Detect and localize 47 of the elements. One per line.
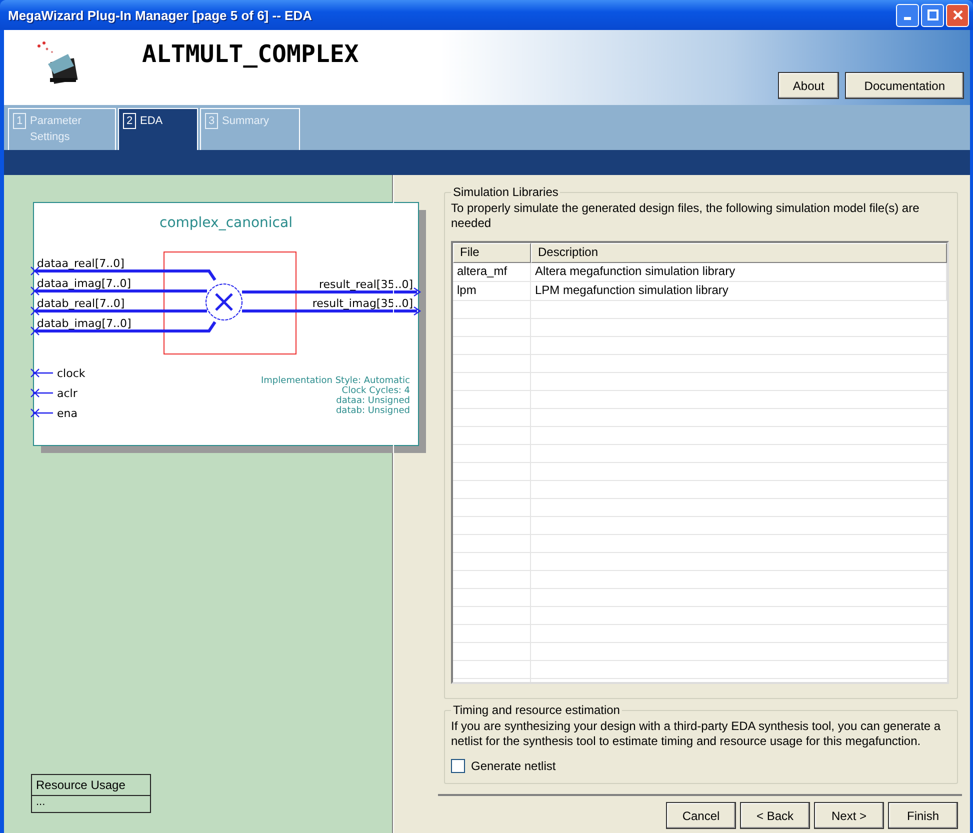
table-cell: altera_mf (457, 264, 508, 278)
header-button[interactable]: Documentation (845, 72, 964, 99)
info-text: Clock Cycles: 4 (342, 386, 410, 396)
maximize-button[interactable] (921, 4, 944, 26)
port-label: dataa_imag[7..0] (37, 277, 132, 290)
component-title: ALTMULT_COMPLEX (142, 40, 359, 68)
description-text: If you are synthesizing your design with a third-party EDA synthesis tool, you can generate a netlist for the synthesis tool to estimate timing and resource usage for this megafunction. (451, 719, 942, 749)
table-cell: LPM megafunction simulation library (535, 283, 728, 297)
column-header[interactable]: Description (531, 243, 947, 263)
group-title: Simulation Libraries (452, 185, 560, 199)
info-text: datab: Unsigned (336, 406, 410, 416)
info-text: Implementation Style: Automatic (261, 376, 410, 386)
port-label: datab_imag[7..0] (37, 317, 132, 330)
control-port (30, 408, 53, 418)
port-label: ena (57, 407, 78, 420)
wizard-button[interactable]: < Back (740, 802, 810, 829)
control-port (30, 368, 53, 378)
minimize-button[interactable] (896, 4, 919, 26)
window-title: MegaWizard Plug-In Manager [page 5 of 6] -- EDA (8, 8, 313, 22)
wizard-tab[interactable]: 2 EDA (118, 108, 198, 150)
table-cell: lpm (457, 283, 476, 297)
column-header[interactable]: File (453, 243, 531, 263)
info-text: dataa: Unsigned (336, 396, 410, 406)
maximize-icon (926, 9, 938, 21)
block-title: complex_canonical (160, 215, 292, 231)
close-icon (952, 9, 964, 21)
port-label: result_real[35..0] (318, 278, 413, 291)
close-button[interactable] (946, 4, 969, 26)
description-text: To properly simulate the generated design files, the following simulation model file(s) are needed (451, 201, 920, 231)
checkbox[interactable] (451, 759, 465, 773)
port-label: aclr (57, 387, 78, 400)
port-label: clock (57, 367, 86, 380)
header-button[interactable]: About (778, 72, 840, 99)
control-port (30, 388, 53, 398)
resource-usage-title: Resource Usage (32, 775, 150, 796)
wizard-button[interactable]: Next > (814, 802, 884, 829)
minimize-icon (904, 17, 911, 20)
checkbox-label[interactable]: Generate netlist (471, 759, 556, 773)
port-label: datab_real[7..0] (37, 297, 125, 310)
port-label: dataa_real[7..0] (37, 257, 124, 270)
multiplier-symbol (206, 284, 242, 320)
wizard-button[interactable]: Finish (888, 802, 958, 829)
table-cell: Altera megafunction simulation library (535, 264, 736, 278)
port-label: result_imag[35..0] (312, 297, 413, 310)
group-title: Timing and resource estimation (452, 703, 621, 717)
wizard-button[interactable]: Cancel (666, 802, 736, 829)
resource-usage-value: ... (35, 796, 46, 810)
